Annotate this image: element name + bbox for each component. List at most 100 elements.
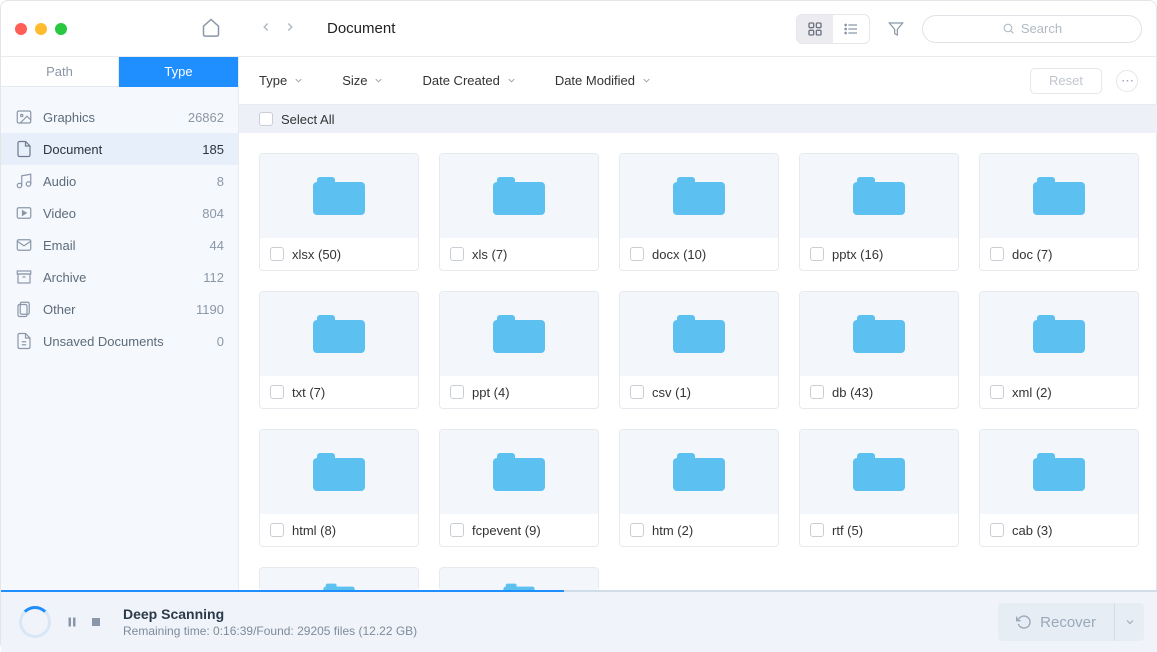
close-window[interactable] — [15, 23, 27, 35]
folder-label: csv (1) — [652, 385, 691, 400]
minimize-window[interactable] — [35, 23, 47, 35]
folder-checkbox[interactable] — [810, 247, 824, 261]
recover-dropdown[interactable] — [1114, 603, 1144, 641]
sidebar-item-count: 8 — [217, 174, 224, 189]
folder-card[interactable]: fcpevent (9) — [439, 429, 599, 547]
folder-checkbox[interactable] — [630, 523, 644, 537]
pause-button[interactable] — [65, 615, 79, 629]
sidebar-item-count: 26862 — [188, 110, 224, 125]
folder-card[interactable] — [439, 567, 599, 590]
video-icon — [15, 204, 33, 222]
sidebar-item-label: Graphics — [43, 110, 178, 125]
folder-checkbox[interactable] — [810, 385, 824, 399]
sidebar-item-count: 44 — [210, 238, 224, 253]
filter-size[interactable]: Size — [342, 73, 384, 88]
home-icon[interactable] — [201, 17, 221, 40]
folder-checkbox[interactable] — [990, 523, 1004, 537]
folder-card[interactable]: docx (10) — [619, 153, 779, 271]
select-all-label: Select All — [281, 112, 334, 127]
folder-checkbox[interactable] — [270, 385, 284, 399]
sidebar-item-count: 1190 — [196, 302, 224, 317]
doc-icon — [15, 140, 33, 158]
filter-date-modified[interactable]: Date Modified — [555, 73, 652, 88]
folder-checkbox[interactable] — [450, 247, 464, 261]
stop-button[interactable] — [89, 615, 103, 629]
grid-view-button[interactable] — [797, 15, 833, 43]
folder-checkbox[interactable] — [630, 247, 644, 261]
folder-checkbox[interactable] — [270, 523, 284, 537]
search-icon — [1002, 22, 1015, 35]
folder-checkbox[interactable] — [450, 385, 464, 399]
folder-card[interactable]: txt (7) — [259, 291, 419, 409]
sidebar-item-other[interactable]: Other1190 — [1, 293, 238, 325]
sidebar-item-count: 112 — [203, 270, 224, 285]
search-input[interactable]: Search — [922, 15, 1142, 43]
chevron-down-icon — [293, 75, 304, 86]
folder-icon — [1033, 453, 1085, 491]
nav-forward[interactable] — [283, 20, 297, 37]
folder-checkbox[interactable] — [270, 247, 284, 261]
more-button[interactable]: ⋯ — [1116, 70, 1138, 92]
sidebar-item-label: Archive — [43, 270, 193, 285]
audio-icon — [15, 172, 33, 190]
folder-label: db (43) — [832, 385, 873, 400]
folder-icon — [493, 453, 545, 491]
sidebar-item-document[interactable]: Document185 — [1, 133, 238, 165]
folder-card[interactable]: xml (2) — [979, 291, 1139, 409]
folder-icon — [673, 177, 725, 215]
recover-button[interactable]: Recover — [998, 603, 1114, 641]
folder-card[interactable]: rtf (5) — [799, 429, 959, 547]
sidebar-item-label: Document — [43, 142, 192, 157]
folder-card[interactable]: csv (1) — [619, 291, 779, 409]
folder-card[interactable]: doc (7) — [979, 153, 1139, 271]
folder-icon — [313, 453, 365, 491]
spinner-icon — [19, 606, 51, 638]
tab-type[interactable]: Type — [119, 57, 238, 87]
sidebar-item-count: 804 — [202, 206, 224, 221]
filter-date-created[interactable]: Date Created — [422, 73, 516, 88]
sidebar-item-graphics[interactable]: Graphics 26862 — [1, 101, 238, 133]
sidebar-item-archive[interactable]: Archive 112 — [1, 261, 238, 293]
reset-button[interactable]: Reset — [1030, 68, 1102, 94]
folder-checkbox[interactable] — [990, 247, 1004, 261]
folder-checkbox[interactable] — [810, 523, 824, 537]
filter-type[interactable]: Type — [259, 73, 304, 88]
folder-icon — [853, 315, 905, 353]
folder-card[interactable]: xls (7) — [439, 153, 599, 271]
folder-card[interactable]: pptx (16) — [799, 153, 959, 271]
folder-card[interactable] — [259, 567, 419, 590]
other-icon — [15, 300, 33, 318]
folder-icon — [853, 453, 905, 491]
folder-label: htm (2) — [652, 523, 693, 538]
folder-card[interactable]: db (43) — [799, 291, 959, 409]
folder-label: doc (7) — [1012, 247, 1052, 262]
folder-label: fcpevent (9) — [472, 523, 541, 538]
maximize-window[interactable] — [55, 23, 67, 35]
status-title: Deep Scanning — [123, 606, 417, 622]
folder-icon — [493, 177, 545, 215]
folder-card[interactable]: xlsx (50) — [259, 153, 419, 271]
folder-icon — [1033, 315, 1085, 353]
select-all-checkbox[interactable] — [259, 112, 273, 126]
folder-card[interactable]: ppt (4) — [439, 291, 599, 409]
folder-checkbox[interactable] — [990, 385, 1004, 399]
nav-back[interactable] — [259, 20, 273, 37]
archive-icon — [15, 268, 33, 286]
folder-card[interactable]: htm (2) — [619, 429, 779, 547]
tab-path[interactable]: Path — [1, 57, 119, 87]
folder-card[interactable]: cab (3) — [979, 429, 1139, 547]
sidebar-item-email[interactable]: Email44 — [1, 229, 238, 261]
folder-checkbox[interactable] — [630, 385, 644, 399]
folder-icon — [493, 315, 545, 353]
sidebar-item-video[interactable]: Video804 — [1, 197, 238, 229]
filter-icon[interactable] — [880, 15, 912, 43]
folder-card[interactable]: html (8) — [259, 429, 419, 547]
folder-label: txt (7) — [292, 385, 325, 400]
sidebar-item-audio[interactable]: Audio8 — [1, 165, 238, 197]
folder-label: rtf (5) — [832, 523, 863, 538]
folder-checkbox[interactable] — [450, 523, 464, 537]
restore-icon — [1016, 614, 1032, 630]
sidebar-item-unsaved-documents[interactable]: Unsaved Documents0 — [1, 325, 238, 357]
image-icon — [15, 108, 33, 126]
list-view-button[interactable] — [833, 15, 869, 43]
